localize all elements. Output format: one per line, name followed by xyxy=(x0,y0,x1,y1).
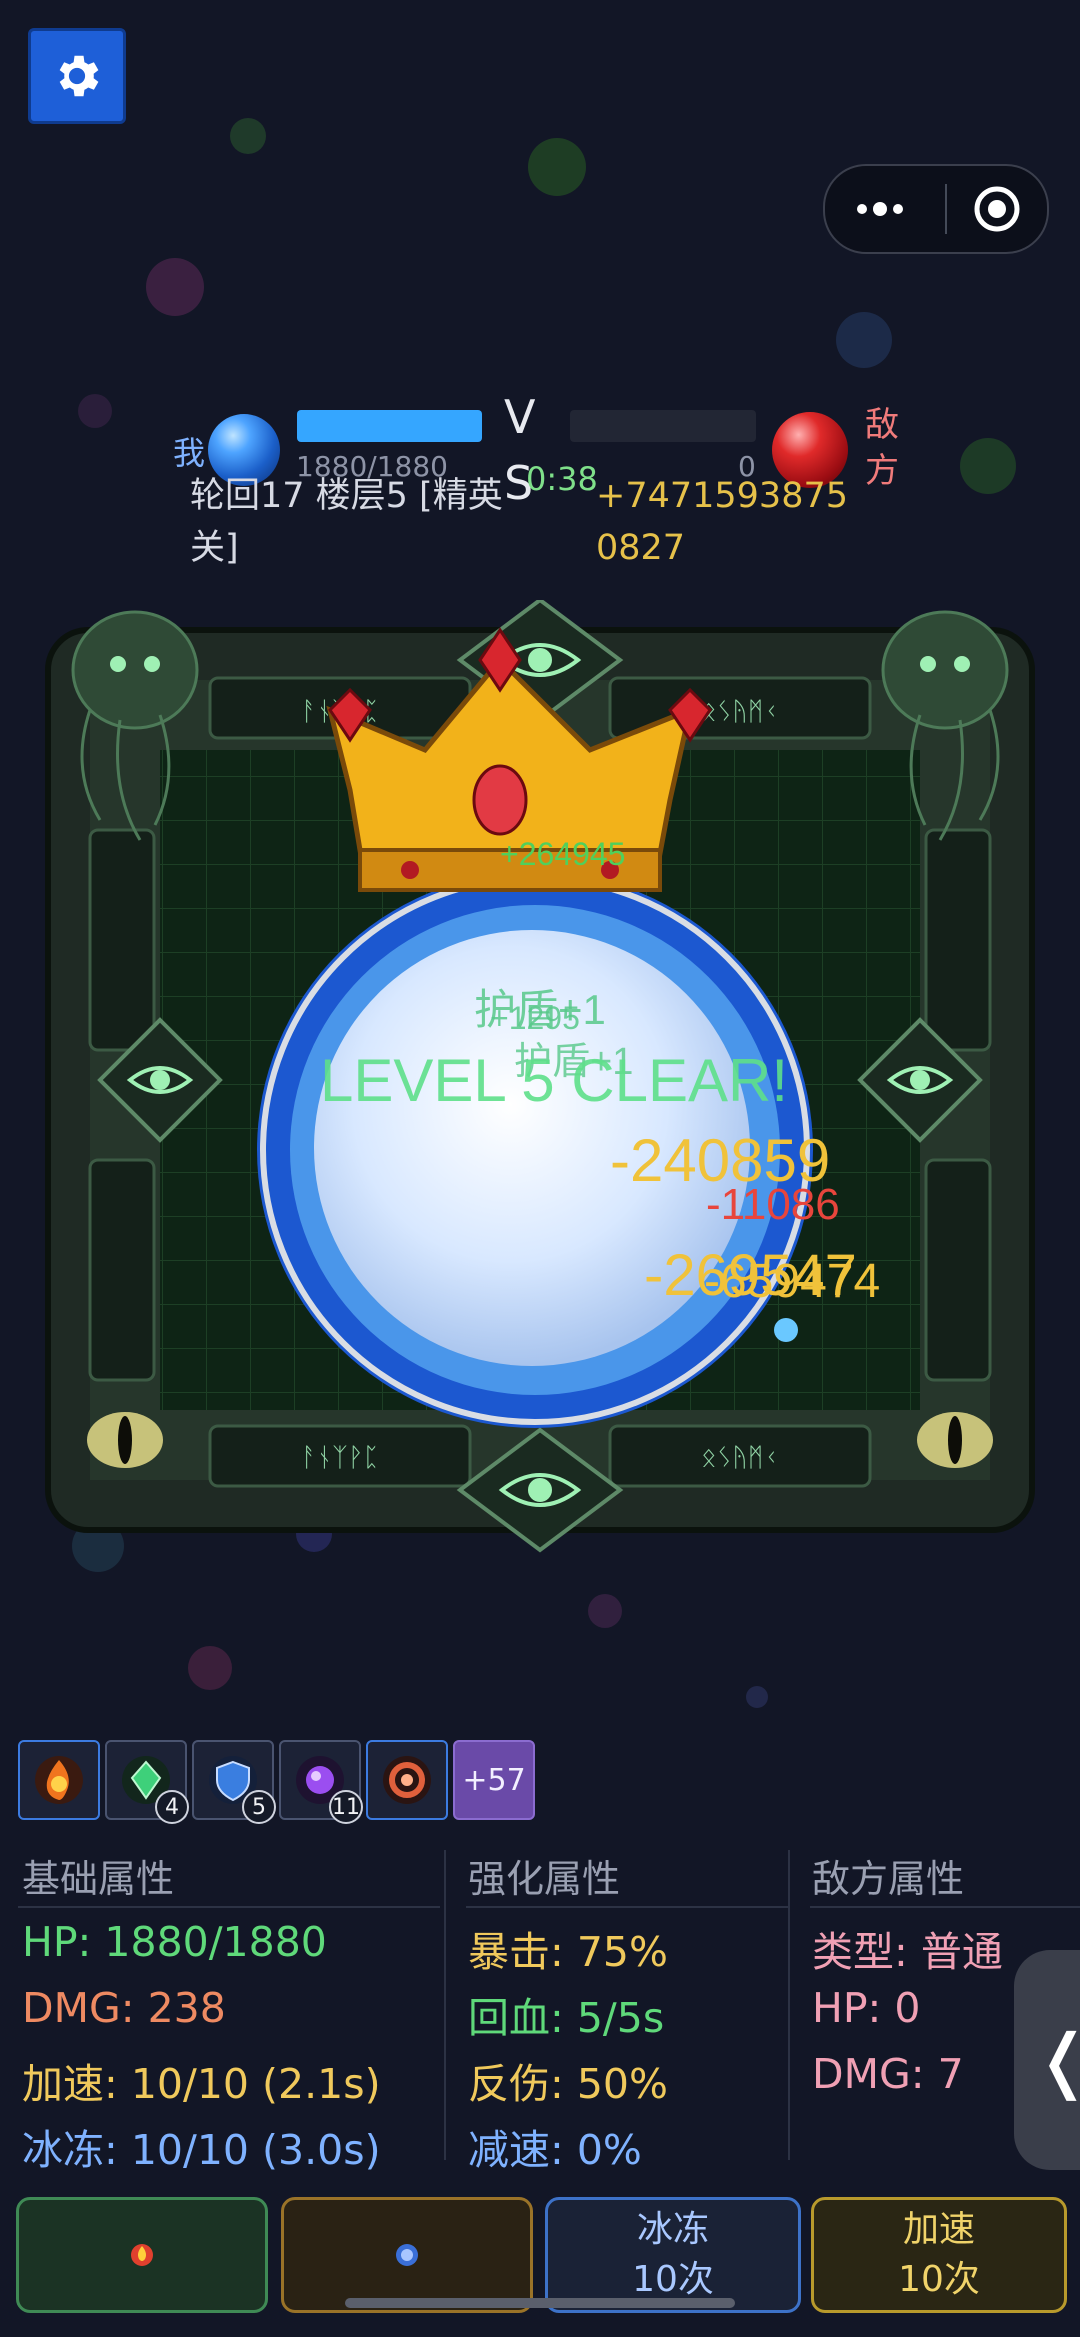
stat-slow: 减速: 0% xyxy=(468,2126,642,2174)
basic-stats-title: 基础属性 xyxy=(22,1857,175,1901)
divider xyxy=(810,1906,1080,1908)
more-dots-icon[interactable] xyxy=(825,179,925,239)
player-hp-fill xyxy=(297,410,482,442)
svg-text:ᛟᛊᚤᛗᚲ: ᛟᛊᚤᛗᚲ xyxy=(701,697,779,727)
background-bubble xyxy=(230,118,266,154)
svg-text:ᚨᚾᛉᚹᛈ: ᚨᚾᛉᚹᛈ xyxy=(301,1443,379,1473)
background-bubble xyxy=(836,312,892,368)
enhanced-stats-title: 强化属性 xyxy=(468,1857,621,1901)
speed-button-count: 10次 xyxy=(898,2259,980,2300)
stage-label: 轮回17 楼层5 [精英关] xyxy=(190,476,503,568)
red-vortex-icon xyxy=(383,1756,431,1804)
capsule-divider xyxy=(945,184,947,234)
speed-button[interactable]: 加速 10次 xyxy=(811,2197,1067,2313)
background-bubble xyxy=(188,1646,232,1690)
fire-burst-icon xyxy=(35,1756,83,1804)
background-bubble xyxy=(588,1594,622,1628)
skill-level-badge: 4 xyxy=(155,1790,189,1824)
speed-button-label: 加速 xyxy=(902,2209,975,2250)
stat-reflect: 反伤: 50% xyxy=(468,2060,668,2108)
stat-regen: 回血: 5/5s xyxy=(468,1994,665,2042)
player-label: 我 xyxy=(173,434,206,472)
background-bubble xyxy=(528,138,586,196)
heal-popup: +264945 xyxy=(500,836,626,872)
skill-level-badge: 11 xyxy=(329,1790,363,1824)
freeze-button-label: 冰冻 xyxy=(636,2209,709,2250)
skill-level-badge: 5 xyxy=(242,1790,276,1824)
freeze-button[interactable]: 冰冻 10次 xyxy=(545,2197,801,2313)
skill-slot[interactable]: 5 xyxy=(192,1740,276,1824)
background-bubble xyxy=(78,394,112,428)
score-gain: +74715938750827 xyxy=(596,476,849,568)
enemy-label: 敌方 xyxy=(865,405,899,491)
enemy-stat-dmg: DMG: 7 xyxy=(812,2050,964,2098)
skill-slot[interactable] xyxy=(18,1740,100,1820)
divider xyxy=(444,1850,446,2160)
player-hp-bar xyxy=(297,410,482,442)
skill-slot[interactable] xyxy=(366,1740,448,1820)
vs-letter-v: V xyxy=(504,390,536,444)
divider xyxy=(466,1906,788,1908)
skill-slot[interactable]: 4 xyxy=(105,1740,189,1824)
stat-hp: HP: 1880/1880 xyxy=(22,1918,327,1966)
stat-dmg: DMG: 238 xyxy=(22,1984,226,2032)
divider xyxy=(788,1850,790,2160)
svg-text:ᛟᛊᚤᛗᚲ: ᛟᛊᚤᛗᚲ xyxy=(701,1443,779,1473)
stat-speed: 加速: 10/10 (2.1s) xyxy=(22,2060,381,2108)
fire-potion-icon xyxy=(131,2244,153,2266)
enemy-stats-title: 敌方属性 xyxy=(812,1857,965,1901)
target-close-icon[interactable] xyxy=(967,179,1027,239)
settings-button[interactable] xyxy=(28,28,126,124)
shield-button[interactable] xyxy=(281,2197,533,2313)
enemy-hp-bar xyxy=(570,410,756,442)
battle-arena[interactable]: ᚨᚾᛉᚹᛈ ᛟᛊᚤᛗᚲ ᚨᚾᛉᚹᛈ ᛟᛊᚤᛗᚲ xyxy=(30,597,1050,1565)
level-clear-banner: LEVEL 5 CLEAR! xyxy=(320,1047,789,1114)
more-skills-button[interactable]: +57 xyxy=(453,1740,535,1820)
enemy-stat-hp: HP: 0 xyxy=(812,1984,921,2032)
fire-potion-button[interactable] xyxy=(16,2197,268,2313)
divider xyxy=(18,1906,440,1908)
stat-crit: 暴击: 75% xyxy=(468,1928,668,1976)
stat-freeze: 冰冻: 10/10 (3.0s) xyxy=(22,2126,381,2174)
skill-bar: 4 5 11 +57 xyxy=(18,1740,535,1824)
skill-slot[interactable]: 11 xyxy=(279,1740,363,1824)
background-bubble xyxy=(146,258,204,316)
shield-icon xyxy=(396,2244,418,2266)
enemy-stat-type: 类型: 普通 xyxy=(812,1928,1003,1976)
side-panel-tab[interactable]: ❬ xyxy=(1014,1950,1080,2170)
home-indicator xyxy=(345,2298,735,2308)
damage-popup: -659474 xyxy=(704,1255,881,1308)
damage-popup: -11086 xyxy=(706,1180,840,1229)
miniprogram-capsule xyxy=(823,164,1049,254)
gear-icon xyxy=(59,55,99,97)
background-bubble xyxy=(960,438,1016,494)
background-bubble xyxy=(746,1686,768,1708)
